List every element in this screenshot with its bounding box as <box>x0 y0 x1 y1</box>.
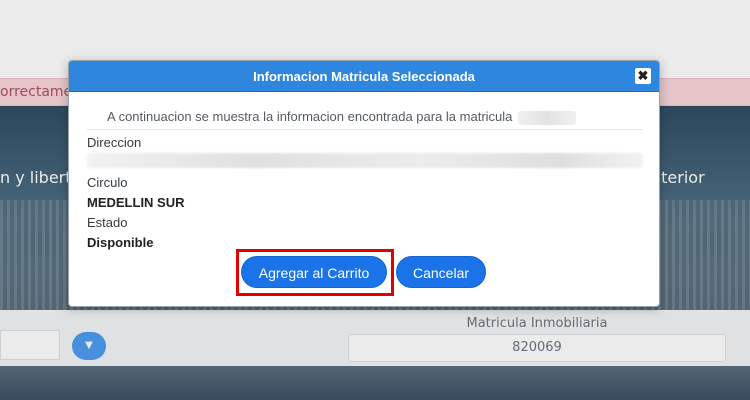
add-to-cart-button[interactable]: Agregar al Carrito <box>241 256 387 288</box>
redacted-matricula <box>518 110 577 125</box>
cancel-button[interactable]: Cancelar <box>396 256 486 288</box>
modal-header: Informacion Matricula Seleccionada ✖ <box>69 61 659 92</box>
circulo-label: Circulo <box>87 175 128 190</box>
matricula-info-modal: Informacion Matricula Seleccionada ✖ A c… <box>68 60 660 307</box>
direccion-label: Direccion <box>87 135 142 150</box>
close-icon[interactable]: ✖ <box>635 68 651 84</box>
intro-text: A continuacion se muestra la informacion… <box>87 109 643 125</box>
estado-label: Estado <box>87 215 128 230</box>
estado-value: Disponible <box>87 235 154 250</box>
intro-label: A continuacion se muestra la informacion… <box>107 109 513 124</box>
divider <box>87 129 643 130</box>
modal-title: Informacion Matricula Seleccionada <box>253 69 475 84</box>
circulo-value: MEDELLIN SUR <box>87 195 185 210</box>
redacted-direccion <box>87 153 643 168</box>
